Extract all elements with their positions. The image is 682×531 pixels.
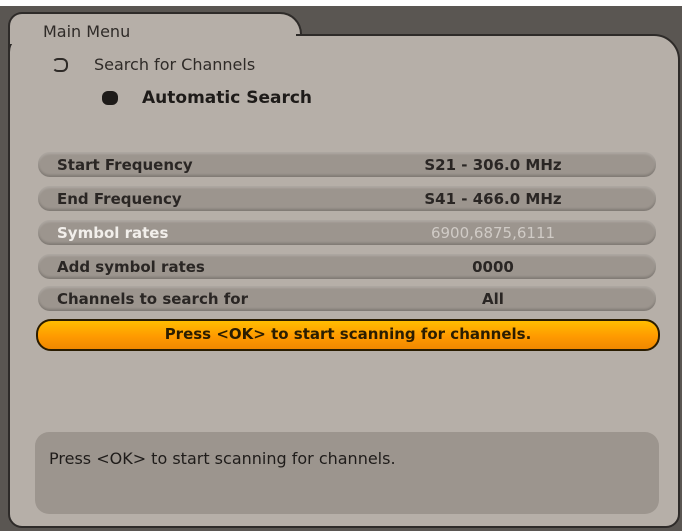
setting-value: 0000 xyxy=(472,258,514,276)
breadcrumb-automatic-search: Automatic Search xyxy=(102,88,312,108)
setting-value: S21 - 306.0 MHz xyxy=(424,156,562,174)
start-scan-label: Press <OK> to start scanning for channel… xyxy=(164,325,532,343)
help-box: Press <OK> to start scanning for channel… xyxy=(35,432,659,514)
page-title: Main Menu xyxy=(43,22,131,41)
breadcrumb-label: Search for Channels xyxy=(94,55,256,74)
setting-value: 6900,6875,6111 xyxy=(430,224,556,242)
setting-symbol-rates[interactable]: Symbol rates 6900,6875,6111 xyxy=(38,220,656,245)
help-text: Press <OK> to start scanning for channel… xyxy=(49,449,396,468)
top-strip xyxy=(0,0,682,6)
breadcrumb-label: Automatic Search xyxy=(142,88,313,108)
setting-add-symbol-rates[interactable]: Add symbol rates 0000 xyxy=(38,254,656,279)
setting-label: Add symbol rates xyxy=(57,258,205,276)
setting-value: S41 - 466.0 MHz xyxy=(424,190,562,208)
setting-label: End Frequency xyxy=(57,190,182,208)
setting-end-frequency[interactable]: End Frequency S41 - 466.0 MHz xyxy=(38,186,656,211)
setting-label: Channels to search for xyxy=(57,290,248,308)
setting-label: Start Frequency xyxy=(57,156,193,174)
setting-channels-to-search[interactable]: Channels to search for All xyxy=(38,286,656,311)
start-scan-button[interactable]: Press <OK> to start scanning for channel… xyxy=(36,319,660,351)
setting-start-frequency[interactable]: Start Frequency S21 - 306.0 MHz xyxy=(38,152,656,177)
breadcrumb-search-for-channels: Search for Channels xyxy=(52,55,255,74)
arrow-icon xyxy=(102,91,118,105)
setting-label: Symbol rates xyxy=(57,224,169,242)
setting-value: All xyxy=(482,290,504,308)
arrow-icon xyxy=(52,57,68,72)
